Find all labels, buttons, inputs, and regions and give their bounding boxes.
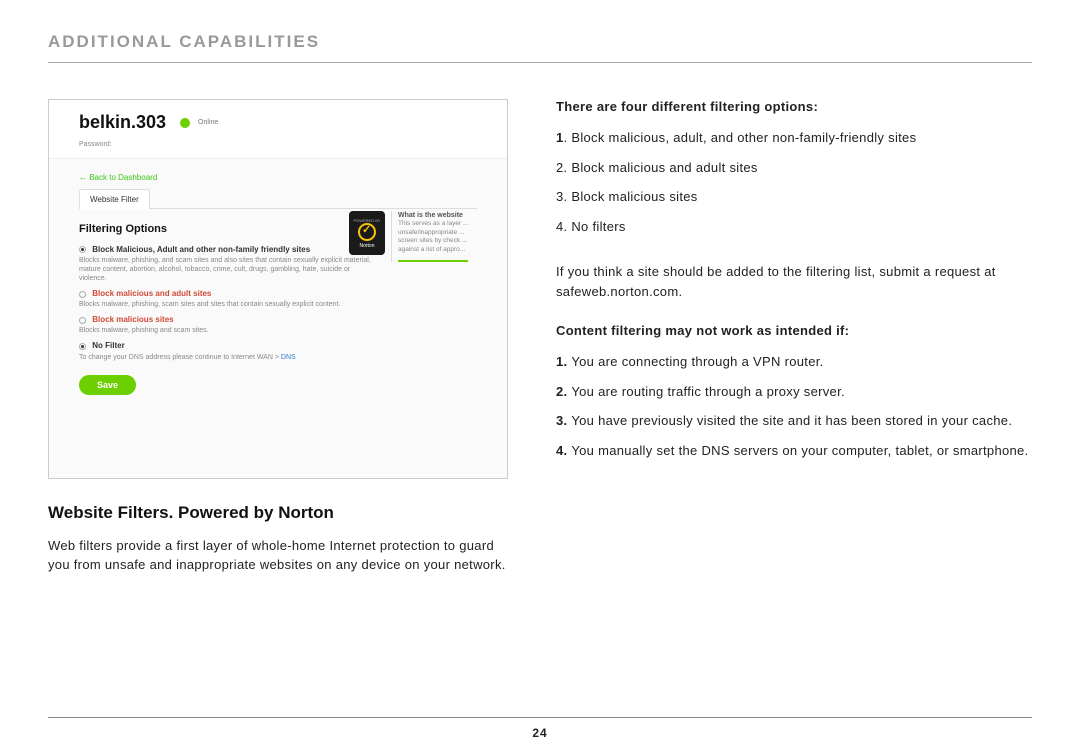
filter-option-label[interactable]: No Filter (92, 341, 124, 350)
section-title: Website Filters. Powered by Norton (48, 503, 508, 523)
filter-option-desc: Blocks malware, phishing, and scam sites… (79, 256, 379, 283)
list-item: 1. Block malicious, adult, and other non… (556, 128, 1032, 148)
filter-option-label[interactable]: Block malicious sites (92, 315, 173, 324)
list-item: 2. Block malicious and adult sites (556, 158, 1032, 178)
list-item: 1. You are connecting through a VPN rout… (556, 352, 1032, 372)
list-item: 3. You have previously visited the site … (556, 411, 1032, 431)
save-button[interactable]: Save (79, 375, 136, 395)
filter-option-desc: Blocks malware, phishing, scam sites and… (79, 300, 379, 309)
filtering-options-heading: There are four different filtering optio… (556, 99, 1032, 114)
router-screenshot: belkin.303 Online Password: ← Back to Da… (48, 99, 508, 479)
radio-icon[interactable] (79, 246, 86, 253)
norton-brand-label: Norton (359, 243, 374, 249)
back-to-dashboard-link[interactable]: ← Back to Dashboard (79, 173, 477, 182)
password-label: Password: (49, 141, 507, 159)
tab-website-filter[interactable]: Website Filter (79, 189, 150, 209)
radio-icon[interactable] (79, 291, 86, 298)
dns-link[interactable]: DNS (281, 354, 296, 361)
status-label: Online (198, 119, 218, 126)
footer-divider (48, 717, 1032, 718)
list-item: 2. You are routing traffic through a pro… (556, 382, 1032, 402)
filter-option-label[interactable]: Block malicious and adult sites (92, 289, 211, 298)
note-text: If you think a site should be added to t… (556, 262, 1032, 301)
caveats-heading: Content filtering may not work as intend… (556, 323, 1032, 338)
router-name: belkin.303 (79, 112, 166, 133)
page-number: 24 (0, 726, 1080, 740)
radio-icon[interactable] (79, 343, 86, 350)
help-sidebar: What is the website This serves as a lay… (391, 211, 479, 262)
page-title: ADDITIONAL CAPABILITIES (48, 32, 1032, 63)
dns-note: To change your DNS address please contin… (79, 354, 477, 361)
radio-icon[interactable] (79, 317, 86, 324)
status-dot-icon (180, 118, 190, 128)
filter-option-label[interactable]: Block Malicious, Adult and other non-fam… (92, 245, 310, 254)
norton-badge-icon: POWERED BY Norton (349, 211, 385, 255)
section-intro: Web filters provide a first layer of who… (48, 537, 508, 575)
list-item: 3. Block malicious sites (556, 187, 1032, 207)
help-sidebar-body: This serves as a layer ... unsafe/inappr… (398, 220, 468, 252)
filter-option-desc: Blocks malware, phishing and scam sites. (79, 326, 379, 335)
list-item: 4. No filters (556, 217, 1032, 237)
list-item: 4. You manually set the DNS servers on y… (556, 441, 1032, 461)
help-sidebar-title: What is the website (398, 212, 463, 219)
